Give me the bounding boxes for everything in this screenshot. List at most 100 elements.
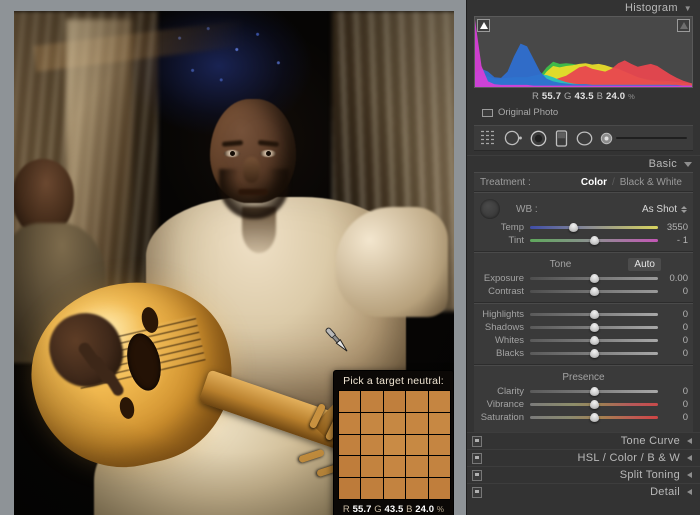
slider-value: 0 [658, 335, 688, 346]
tone-sliders: Exposure0.00Contrast0 [474, 272, 693, 298]
slider-label: Temp [478, 222, 530, 233]
slider-handle[interactable] [590, 274, 599, 283]
wb-loupe-g-label: G [374, 504, 382, 515]
original-photo-label: Original Photo [498, 107, 558, 118]
panel-switch-icon[interactable] [472, 453, 482, 464]
wb-loupe-title: Pick a target neutral: [338, 374, 449, 390]
slider-row-clarity[interactable]: Clarity0 [474, 385, 693, 398]
presence-sliders: Clarity0Vibrance0Saturation0 [474, 385, 693, 424]
spot-removal-tool[interactable] [503, 128, 523, 148]
wb-loupe-pixel [429, 435, 450, 456]
wb-loupe-pixel [406, 456, 427, 477]
slider-label: Vibrance [478, 399, 530, 410]
chevron-left-icon[interactable] [687, 455, 692, 461]
auto-tone-button[interactable]: Auto [628, 258, 661, 271]
slider-handle[interactable] [590, 400, 599, 409]
panel-switch-icon[interactable] [472, 487, 482, 498]
chevron-left-icon[interactable] [687, 472, 692, 478]
wb-loupe-pixel [361, 435, 382, 456]
histogram-panel-header[interactable]: Histogram ▼ [467, 0, 700, 16]
wb-loupe-pixel [339, 391, 360, 412]
panel-header-hsl-color-bw[interactable]: HSL / Color / B & W [467, 449, 700, 466]
chevron-left-icon[interactable] [687, 438, 692, 444]
red-eye-correction-tool[interactable] [529, 129, 548, 148]
lightroom-develop-window: Pick a target neutral: R 55.7 G 43.5 B 2… [0, 0, 700, 515]
slider-row-tint[interactable]: Tint- 1 [474, 234, 693, 247]
white-balance-eyedropper-icon[interactable] [320, 323, 354, 357]
slider-handle[interactable] [590, 387, 599, 396]
slider-track[interactable] [530, 272, 658, 285]
slider-track[interactable] [530, 308, 658, 321]
highlight-clipping-indicator[interactable] [677, 19, 690, 32]
chevron-updown-icon[interactable] [681, 206, 687, 213]
treatment-color-button[interactable]: Color [576, 177, 612, 188]
wb-loupe-pixel [429, 478, 450, 499]
shadow-clipping-indicator[interactable] [477, 19, 490, 32]
wb-loupe-pixel [339, 413, 360, 434]
tone-detail-block: Highlights0Shadows0Whites0Blacks0 [474, 303, 693, 365]
slider-handle[interactable] [590, 413, 599, 422]
slider-row-shadows[interactable]: Shadows0 [474, 321, 693, 334]
chevron-left-icon[interactable] [687, 489, 692, 495]
histogram-rgb-readout: R 55.7 G 43.5 B 24.0 % [474, 88, 693, 104]
slider-row-exposure[interactable]: Exposure0.00 [474, 272, 693, 285]
wb-loupe-pixel [384, 391, 405, 412]
adjustment-brush-tool[interactable] [600, 132, 687, 145]
slider-track[interactable] [530, 347, 658, 360]
slider-track[interactable] [530, 334, 658, 347]
photo-subject-right-pupil [266, 151, 271, 156]
slider-handle[interactable] [569, 223, 578, 232]
wb-loupe-unit: % [437, 505, 444, 514]
slider-handle[interactable] [590, 349, 599, 358]
histogram-r-value: 55.7 [542, 91, 561, 102]
slider-value: 0 [658, 286, 688, 297]
chevron-down-icon[interactable]: ▼ [684, 4, 692, 13]
slider-track[interactable] [530, 398, 658, 411]
slider-row-whites[interactable]: Whites0 [474, 334, 693, 347]
panel-header-tone-curve[interactable]: Tone Curve [467, 432, 700, 449]
slider-row-vibrance[interactable]: Vibrance0 [474, 398, 693, 411]
white-balance-preset-value: As Shot [642, 204, 677, 215]
original-photo-row[interactable]: Original Photo [474, 104, 693, 122]
histogram-g-label: G [564, 91, 572, 102]
slider-label: Highlights [478, 309, 530, 320]
slider-track[interactable] [530, 221, 658, 234]
slider-track[interactable] [530, 385, 658, 398]
slider-row-temp[interactable]: Temp 3550 [474, 221, 693, 234]
histogram-r-label: R [532, 91, 539, 102]
slider-handle[interactable] [590, 287, 599, 296]
white-balance-selector-well[interactable] [480, 199, 500, 219]
treatment-black-white-button[interactable]: Black & White [615, 177, 687, 188]
graduated-filter-tool[interactable] [554, 129, 569, 148]
panel-switch-icon[interactable] [472, 470, 482, 481]
slider-row-saturation[interactable]: Saturation0 [474, 411, 693, 424]
slider-row-contrast[interactable]: Contrast0 [474, 285, 693, 298]
slider-track[interactable] [530, 411, 658, 424]
brush-size-slider[interactable] [616, 137, 687, 139]
chevron-down-icon[interactable] [684, 162, 692, 167]
slider-value: 3550 [658, 222, 688, 233]
white-balance-preset-dropdown[interactable]: As Shot [642, 204, 687, 215]
slider-track[interactable] [530, 234, 658, 247]
slider-handle[interactable] [590, 323, 599, 332]
slider-row-blacks[interactable]: Blacks0 [474, 347, 693, 360]
image-viewer[interactable]: Pick a target neutral: R 55.7 G 43.5 B 2… [0, 0, 466, 515]
slider-handle[interactable] [590, 236, 599, 245]
slider-bar [530, 226, 658, 229]
slider-handle[interactable] [590, 310, 599, 319]
radial-filter-tool[interactable] [575, 129, 594, 148]
panel-title: HSL / Color / B & W [578, 452, 680, 464]
slider-handle[interactable] [590, 336, 599, 345]
slider-row-highlights[interactable]: Highlights0 [474, 308, 693, 321]
histogram-plot[interactable] [474, 16, 693, 88]
histogram-b-label: B [597, 91, 604, 102]
crop-overlay-tool[interactable] [480, 130, 497, 147]
panel-header-split-toning[interactable]: Split Toning [467, 466, 700, 483]
slider-track[interactable] [530, 321, 658, 334]
basic-panel-header[interactable]: Basic [467, 155, 700, 172]
photo-canvas[interactable]: Pick a target neutral: R 55.7 G 43.5 B 2… [14, 11, 454, 515]
slider-track[interactable] [530, 285, 658, 298]
wb-loupe-pixel [429, 413, 450, 434]
panel-switch-icon[interactable] [472, 436, 482, 447]
panel-header-detail[interactable]: Detail [467, 483, 700, 500]
